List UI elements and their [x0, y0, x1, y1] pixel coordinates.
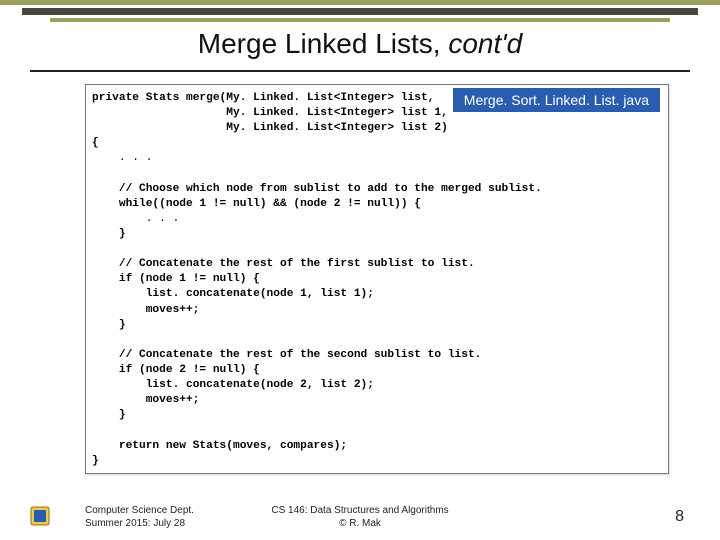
title-underline	[30, 70, 690, 72]
title-contd: cont'd	[448, 28, 522, 59]
title-main: Merge Linked Lists,	[198, 28, 449, 59]
accent-bar-1	[0, 0, 720, 5]
footer-copyright: © R. Mak	[339, 518, 381, 529]
accent-bar-3	[50, 18, 670, 22]
slide-footer: Computer Science Dept. Summer 2015: July…	[0, 502, 720, 532]
footer-course: CS 146: Data Structures and Algorithms	[271, 505, 448, 516]
page-number: 8	[675, 508, 684, 526]
accent-bar-2	[22, 8, 698, 15]
slide-title: Merge Linked Lists, cont'd	[0, 28, 720, 60]
code-box: private Stats merge(My. Linked. List<Int…	[85, 84, 669, 474]
top-accent-bars	[0, 0, 720, 25]
filename-badge: Merge. Sort. Linked. List. java	[453, 88, 660, 112]
code-listing: private Stats merge(My. Linked. List<Int…	[92, 91, 662, 469]
footer-center: CS 146: Data Structures and Algorithms ©…	[0, 505, 720, 530]
